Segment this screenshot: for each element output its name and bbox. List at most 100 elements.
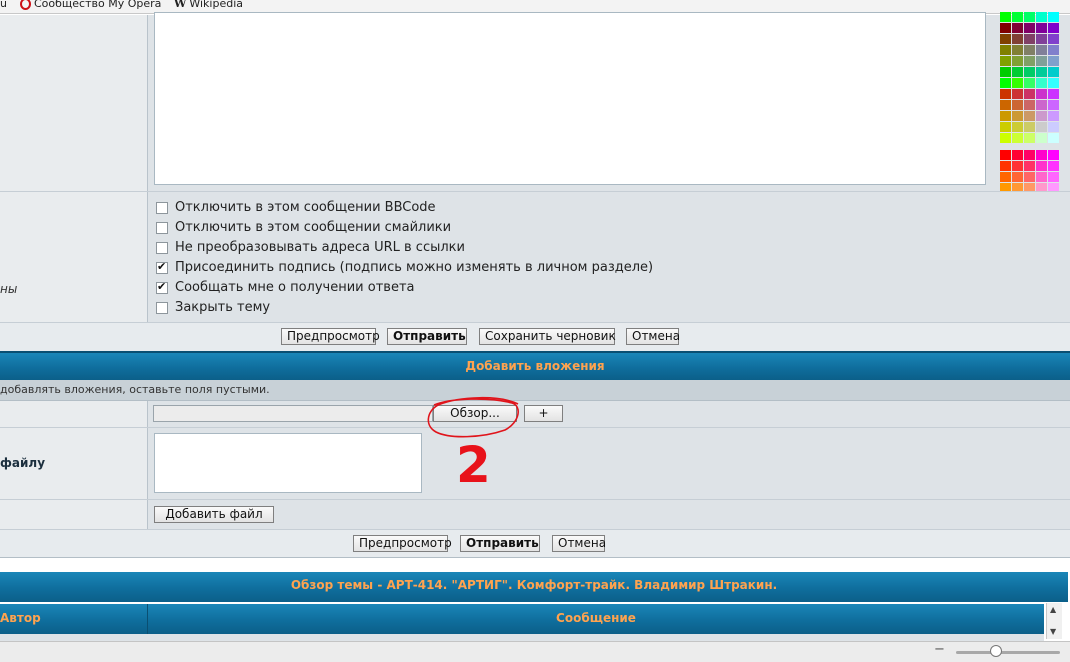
palette-color-swatch[interactable]: [1024, 56, 1035, 66]
palette-color-swatch[interactable]: [1012, 34, 1023, 44]
option-row[interactable]: Присоединить подпись (подпись можно изме…: [156, 260, 653, 275]
palette-color-swatch[interactable]: [1036, 12, 1047, 22]
palette-color-swatch[interactable]: [1000, 23, 1011, 33]
palette-color-swatch[interactable]: [1000, 56, 1011, 66]
palette-color-swatch[interactable]: [1048, 45, 1059, 55]
palette-color-swatch[interactable]: [1024, 89, 1035, 99]
palette-color-swatch[interactable]: [1048, 78, 1059, 88]
option-checkbox[interactable]: [156, 221, 168, 234]
bookmark-wikipedia[interactable]: W Wikipedia: [174, 0, 243, 10]
zoom-out-icon[interactable]: −: [934, 642, 945, 657]
palette-color-swatch[interactable]: [1036, 45, 1047, 55]
option-row[interactable]: Не преобразовывать адреса URL в ссылки: [156, 240, 465, 255]
palette-color-swatch[interactable]: [1024, 34, 1035, 44]
palette-color-swatch[interactable]: [1048, 161, 1059, 171]
palette-color-swatch[interactable]: [1000, 67, 1011, 77]
attach-preview-button[interactable]: Предпросмотр: [353, 535, 452, 552]
palette-color-swatch[interactable]: [1048, 56, 1059, 66]
palette-color-swatch[interactable]: [1024, 122, 1035, 132]
palette-color-swatch[interactable]: [1000, 89, 1011, 99]
palette-color-swatch[interactable]: [1012, 150, 1023, 160]
palette-color-swatch[interactable]: [1000, 133, 1011, 143]
palette-color-swatch[interactable]: [1012, 45, 1023, 55]
palette-color-swatch[interactable]: [1000, 172, 1011, 182]
palette-color-swatch[interactable]: [1036, 67, 1047, 77]
palette-color-swatch[interactable]: [1000, 34, 1011, 44]
palette-color-swatch[interactable]: [1048, 23, 1059, 33]
option-checkbox[interactable]: [156, 241, 168, 254]
palette-color-swatch[interactable]: [1024, 172, 1035, 182]
palette-color-swatch[interactable]: [1036, 111, 1047, 121]
palette-color-swatch[interactable]: [1024, 12, 1035, 22]
palette-color-swatch[interactable]: [1012, 122, 1023, 132]
palette-color-swatch[interactable]: [1024, 45, 1035, 55]
zoom-slider-knob[interactable]: [990, 645, 1002, 657]
palette-color-swatch[interactable]: [1000, 122, 1011, 132]
scroll-up-icon[interactable]: ▲: [1050, 605, 1056, 614]
palette-color-swatch[interactable]: [1036, 23, 1047, 33]
palette-color-swatch[interactable]: [1012, 89, 1023, 99]
option-row[interactable]: Отключить в этом сообщении смайлики: [156, 220, 451, 235]
palette-color-swatch[interactable]: [1012, 23, 1023, 33]
palette-color-swatch[interactable]: [1048, 34, 1059, 44]
add-file-button[interactable]: Добавить файл: [154, 506, 274, 523]
submit-button[interactable]: Отправить: [387, 328, 467, 345]
palette-color-swatch[interactable]: [1036, 89, 1047, 99]
option-row[interactable]: Сообщать мне о получении ответа: [156, 280, 415, 295]
palette-color-swatch[interactable]: [1036, 122, 1047, 132]
file-comment-textarea[interactable]: [154, 433, 422, 493]
palette-color-swatch[interactable]: [1024, 100, 1035, 110]
option-row[interactable]: Отключить в этом сообщении BBCode: [156, 200, 436, 215]
option-row[interactable]: Закрыть тему: [156, 300, 270, 315]
palette-color-swatch[interactable]: [1012, 111, 1023, 121]
palette-color-swatch[interactable]: [1036, 78, 1047, 88]
palette-color-swatch[interactable]: [1012, 67, 1023, 77]
option-checkbox[interactable]: [156, 280, 168, 294]
attach-submit-button[interactable]: Отправить: [460, 535, 540, 552]
palette-color-swatch[interactable]: [1036, 34, 1047, 44]
message-textarea[interactable]: [154, 12, 986, 185]
save-draft-button[interactable]: Сохранить черновик: [479, 328, 616, 345]
option-checkbox[interactable]: [156, 301, 168, 314]
palette-color-swatch[interactable]: [1048, 150, 1059, 160]
palette-color-swatch[interactable]: [1000, 111, 1011, 121]
option-checkbox[interactable]: [156, 201, 168, 214]
palette-color-swatch[interactable]: [1024, 67, 1035, 77]
palette-color-swatch[interactable]: [1024, 150, 1035, 160]
palette-color-swatch[interactable]: [1036, 100, 1047, 110]
file-path-field[interactable]: [153, 405, 433, 422]
palette-color-swatch[interactable]: [1024, 78, 1035, 88]
palette-color-swatch[interactable]: [1012, 172, 1023, 182]
cancel-button[interactable]: Отмена: [626, 328, 680, 345]
palette-color-swatch[interactable]: [1048, 122, 1059, 132]
palette-color-swatch[interactable]: [1000, 12, 1011, 22]
palette-color-swatch[interactable]: [1048, 89, 1059, 99]
palette-color-swatch[interactable]: [1012, 56, 1023, 66]
palette-color-swatch[interactable]: [1048, 12, 1059, 22]
preview-button[interactable]: Предпросмотр: [281, 328, 380, 345]
palette-color-swatch[interactable]: [1000, 150, 1011, 160]
palette-color-swatch[interactable]: [1048, 172, 1059, 182]
bookmark-partial[interactable]: u: [0, 0, 7, 10]
palette-color-swatch[interactable]: [1000, 45, 1011, 55]
zoom-slider-track[interactable]: [956, 651, 1060, 654]
palette-color-swatch[interactable]: [1024, 161, 1035, 171]
scroll-down-icon[interactable]: ▼: [1050, 627, 1056, 636]
palette-color-swatch[interactable]: [1012, 12, 1023, 22]
option-checkbox[interactable]: [156, 260, 168, 274]
palette-color-swatch[interactable]: [1024, 23, 1035, 33]
palette-color-swatch[interactable]: [1024, 111, 1035, 121]
palette-color-swatch[interactable]: [1012, 161, 1023, 171]
palette-color-swatch[interactable]: [1036, 161, 1047, 171]
palette-color-swatch[interactable]: [1012, 78, 1023, 88]
color-palette[interactable]: [1000, 12, 1062, 216]
palette-color-swatch[interactable]: [1036, 56, 1047, 66]
palette-color-swatch[interactable]: [1048, 111, 1059, 121]
palette-color-swatch[interactable]: [1036, 172, 1047, 182]
topic-review-scrollbar[interactable]: ▲ ▼: [1046, 603, 1062, 639]
palette-color-swatch[interactable]: [1012, 133, 1023, 143]
palette-color-swatch[interactable]: [1000, 100, 1011, 110]
palette-color-swatch[interactable]: [1048, 67, 1059, 77]
palette-color-swatch[interactable]: [1000, 161, 1011, 171]
palette-color-swatch[interactable]: [1036, 150, 1047, 160]
